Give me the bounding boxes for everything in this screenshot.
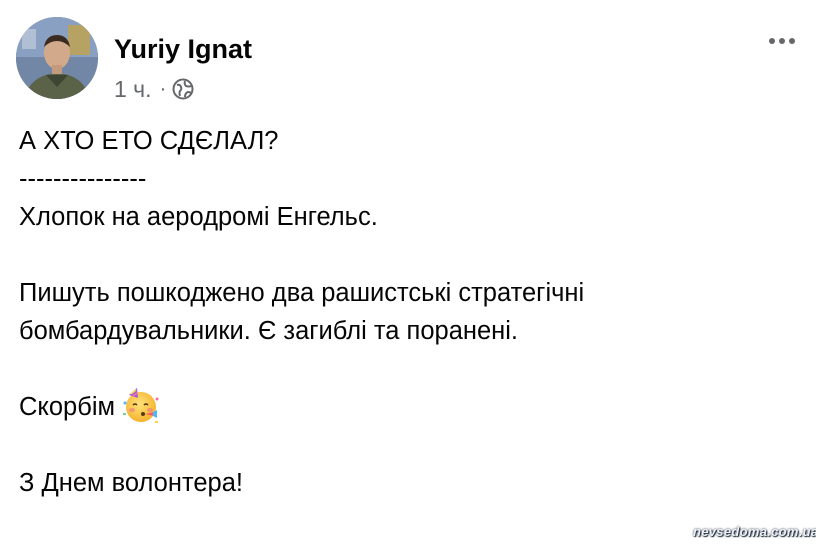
globe-icon[interactable] [172, 78, 194, 100]
avatar-photo [16, 17, 98, 99]
post-line-1: А ХТО ЕТО СДЄЛАЛ? [19, 127, 279, 155]
post-line-6-container: Скорбім [19, 388, 799, 432]
author-avatar[interactable] [16, 17, 98, 99]
partying-face-emoji [121, 385, 161, 425]
watermark: nevsedoma.com.ua [693, 524, 816, 539]
post-line-4: Пишуть пошкоджено два рашистські стратег… [19, 279, 585, 307]
post-line-3: Хлопок на аеродромі Енгельс. [19, 203, 378, 231]
post-meta: 1 ч. · [114, 74, 194, 104]
post-text: А ХТО ЕТО СДЄЛАЛ? --------------- Хлопок… [19, 122, 799, 502]
post-line-5: бомбардувальники. Є загиблі та поранені. [19, 317, 518, 345]
post-line-6: Скорбім [19, 393, 116, 421]
more-options-button[interactable] [760, 26, 804, 56]
more-horizontal-icon [769, 38, 775, 44]
post-timestamp[interactable]: 1 ч. [114, 76, 152, 103]
author-name-link[interactable]: Yuriy Ignat [114, 32, 252, 66]
post-line-7: З Днем волонтера! [19, 469, 243, 497]
post-line-2: --------------- [19, 165, 147, 193]
meta-separator: · [159, 77, 167, 100]
